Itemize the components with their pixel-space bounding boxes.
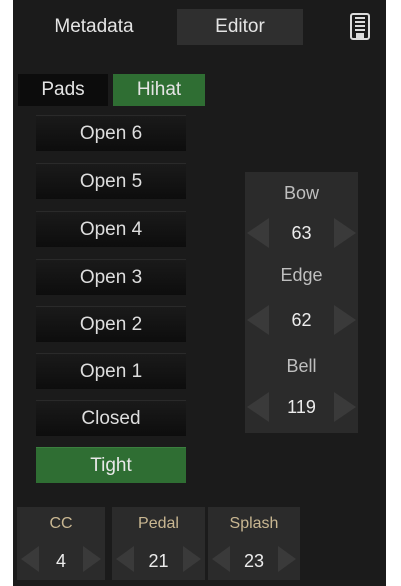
hihat-open-2-button[interactable]: Open 2 — [36, 306, 186, 342]
hihat-open-3-button[interactable]: Open 3 — [36, 259, 186, 295]
save-icon[interactable] — [350, 13, 370, 40]
hihat-open-6-button[interactable]: Open 6 — [36, 115, 186, 151]
hihat-open-5-button[interactable]: Open 5 — [36, 163, 186, 199]
bow-increment-icon[interactable] — [334, 218, 356, 248]
hihat-closed-button[interactable]: Closed — [36, 400, 186, 436]
pedal-label: Pedal — [138, 515, 179, 532]
tab-metadata[interactable]: Metadata — [21, 9, 167, 45]
edge-increment-icon[interactable] — [334, 305, 356, 335]
hihat-open-4-button[interactable]: Open 4 — [36, 211, 186, 247]
hihat-editor-app: Metadata Editor Pads Hihat Open 6 Open 5… — [13, 0, 386, 586]
cc-label: CC — [49, 515, 73, 532]
zone-params-panel: Bow 63 Edge 62 Bell 119 — [245, 172, 358, 433]
bow-label: Bow — [283, 183, 319, 203]
splash-label: Splash — [229, 515, 279, 532]
subtab-pads[interactable]: Pads — [18, 74, 108, 106]
cc-stepper: CC 4 — [17, 507, 105, 580]
bell-increment-icon[interactable] — [334, 392, 356, 422]
bell-label: Bell — [286, 356, 317, 376]
hihat-tight-button[interactable]: Tight — [36, 447, 186, 483]
tab-editor[interactable]: Editor — [177, 9, 303, 45]
pedal-stepper: Pedal 21 — [112, 507, 205, 580]
cc-increment-icon[interactable] — [83, 546, 101, 572]
splash-stepper: Splash 23 — [208, 507, 300, 580]
hihat-open-1-button[interactable]: Open 1 — [36, 353, 186, 389]
pedal-increment-icon[interactable] — [183, 546, 201, 572]
subtab-hihat[interactable]: Hihat — [113, 74, 205, 106]
splash-increment-icon[interactable] — [278, 546, 296, 572]
edge-label: Edge — [280, 265, 323, 285]
